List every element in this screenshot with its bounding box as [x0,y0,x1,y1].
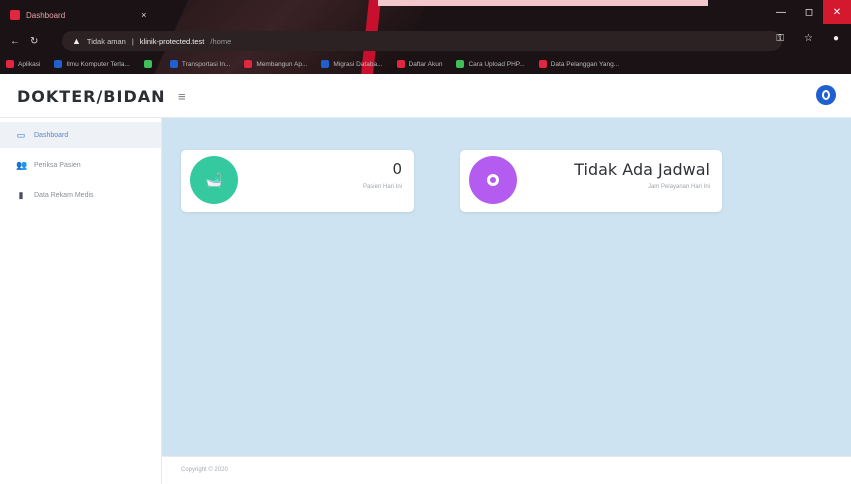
profile-icon[interactable]: ● [833,33,839,44]
favicon-icon [10,10,20,20]
security-status: Tidak aman [86,36,126,46]
app-header: DOKTER/BIDAN ≡ [0,74,851,118]
card-icon-circle [469,156,517,204]
bookmark-label: Migrasi Databa... [333,60,383,68]
bookmark-label: Aplikasi [18,60,41,68]
minimize-button[interactable]: — [767,0,795,24]
bookmarks-bar: Aplikasi Ilmu Komputer Terla... Transporta… [0,55,851,73]
bookmark-label: Data Pelanggan Yang... [550,60,620,68]
bookmark-label: Membangun Ap... [256,60,308,68]
bookmark-favicon-icon [321,60,330,68]
card-icon-circle: 🛁 [190,156,238,204]
address-actions: ⚿ ☆ ● [776,33,839,44]
menu-toggle-icon[interactable]: ≡ [178,89,186,104]
bookmark-label: Transportasi In... [181,60,231,68]
address-url: klinik-protected.test [139,36,205,46]
footer: Copyright © 2020 [162,456,851,484]
bookmark-favicon-icon [169,60,178,68]
chrome-pink-band [378,0,708,6]
close-window-button[interactable]: ✕ [823,0,851,24]
warning-icon: ▲ [72,36,81,46]
sidebar-item-label: Dashboard [34,131,69,139]
monitor-icon: ▭ [16,129,26,140]
address-row: ← ↻ ▲ Tidak aman | klinik-protected.test… [0,28,851,54]
tab-title: Dashboard [26,10,66,20]
bookmark-favicon-icon [244,60,253,68]
footer-copyright: Copyright © 2020 [181,467,228,473]
bookmark-label: Daftar Akun [408,60,443,68]
stat-card-jadwal: Tidak Ada Jadwal Jam Pelayanan Hari Ini [460,150,722,212]
address-separator: | [131,36,134,46]
key-icon[interactable]: ⚿ [776,33,784,44]
bookmark-item[interactable]: Data Pelanggan Yang... [538,60,620,68]
window-controls: — ◻ ✕ [767,0,851,24]
sidebar-item-label: Periksa Pasien [34,161,81,169]
bookmark-item[interactable]: Transportasi In... [169,60,231,68]
browser-chrome: Dashboard × — ◻ ✕ ← ↻ ▲ Tidak aman | kli… [0,0,851,74]
bookmark-favicon-icon [538,60,547,68]
bookmark-favicon-icon [456,60,465,68]
bookmark-item[interactable] [143,60,156,68]
bath-icon: 🛁 [205,172,223,188]
brand-title[interactable]: DOKTER/BIDAN [17,87,166,106]
bookmark-favicon-icon [143,60,152,68]
back-icon[interactable]: ← [10,36,20,47]
bookmark-item[interactable]: Daftar Akun [396,60,443,68]
card-subtitle: Jam Pelayanan Hari Ini [647,184,710,190]
users-icon: 👥 [16,159,28,170]
disc-icon [487,174,499,186]
bookmark-label: Ilmu Komputer Terla... [66,60,130,68]
card-subtitle: Pasien Hari Ini [362,184,402,190]
card-value: 0 [392,160,402,178]
bookmark-item[interactable]: Aplikasi [6,60,40,68]
stat-card-pasien: 🛁 0 Pasien Hari Ini [181,150,414,212]
browser-tab[interactable]: Dashboard × [4,4,154,26]
file-icon: ▮ [18,189,24,200]
bookmark-item[interactable]: Cara Upload PHP... [456,60,525,68]
bookmark-item[interactable]: Ilmu Komputer Terla... [54,60,130,68]
bookmark-favicon-icon [54,60,63,68]
sidebar: ▭ Dashboard 👥 Periksa Pasien ▮ Data Reka… [0,118,162,484]
bookmark-label: Cara Upload PHP... [468,60,525,68]
star-icon[interactable]: ☆ [804,33,813,44]
sidebar-item-rekam-medis[interactable]: ▮ Data Rekam Medis [0,182,161,208]
sidebar-item-dashboard[interactable]: ▭ Dashboard [0,122,161,148]
bookmark-favicon-icon [396,60,405,68]
maximize-button[interactable]: ◻ [795,0,823,24]
sidebar-item-label: Data Rekam Medis [34,191,94,199]
bookmark-item[interactable]: Migrasi Databa... [321,60,383,68]
card-value: Tidak Ada Jadwal [574,160,710,179]
address-path: /home [210,36,232,46]
tab-close-icon[interactable]: × [141,10,146,20]
bookmark-item[interactable]: Membangun Ap... [244,60,307,68]
sidebar-item-periksa-pasien[interactable]: 👥 Periksa Pasien [0,152,161,178]
main-content: 🛁 0 Pasien Hari Ini Tidak Ada Jadwal Jam… [162,118,851,456]
reload-icon[interactable]: ↻ [30,36,38,47]
user-avatar-icon[interactable] [816,85,836,105]
user-avatar-glyph [822,90,830,100]
bookmark-favicon-icon [6,60,14,68]
address-bar[interactable]: ▲ Tidak aman | klinik-protected.test/hom… [62,31,782,51]
